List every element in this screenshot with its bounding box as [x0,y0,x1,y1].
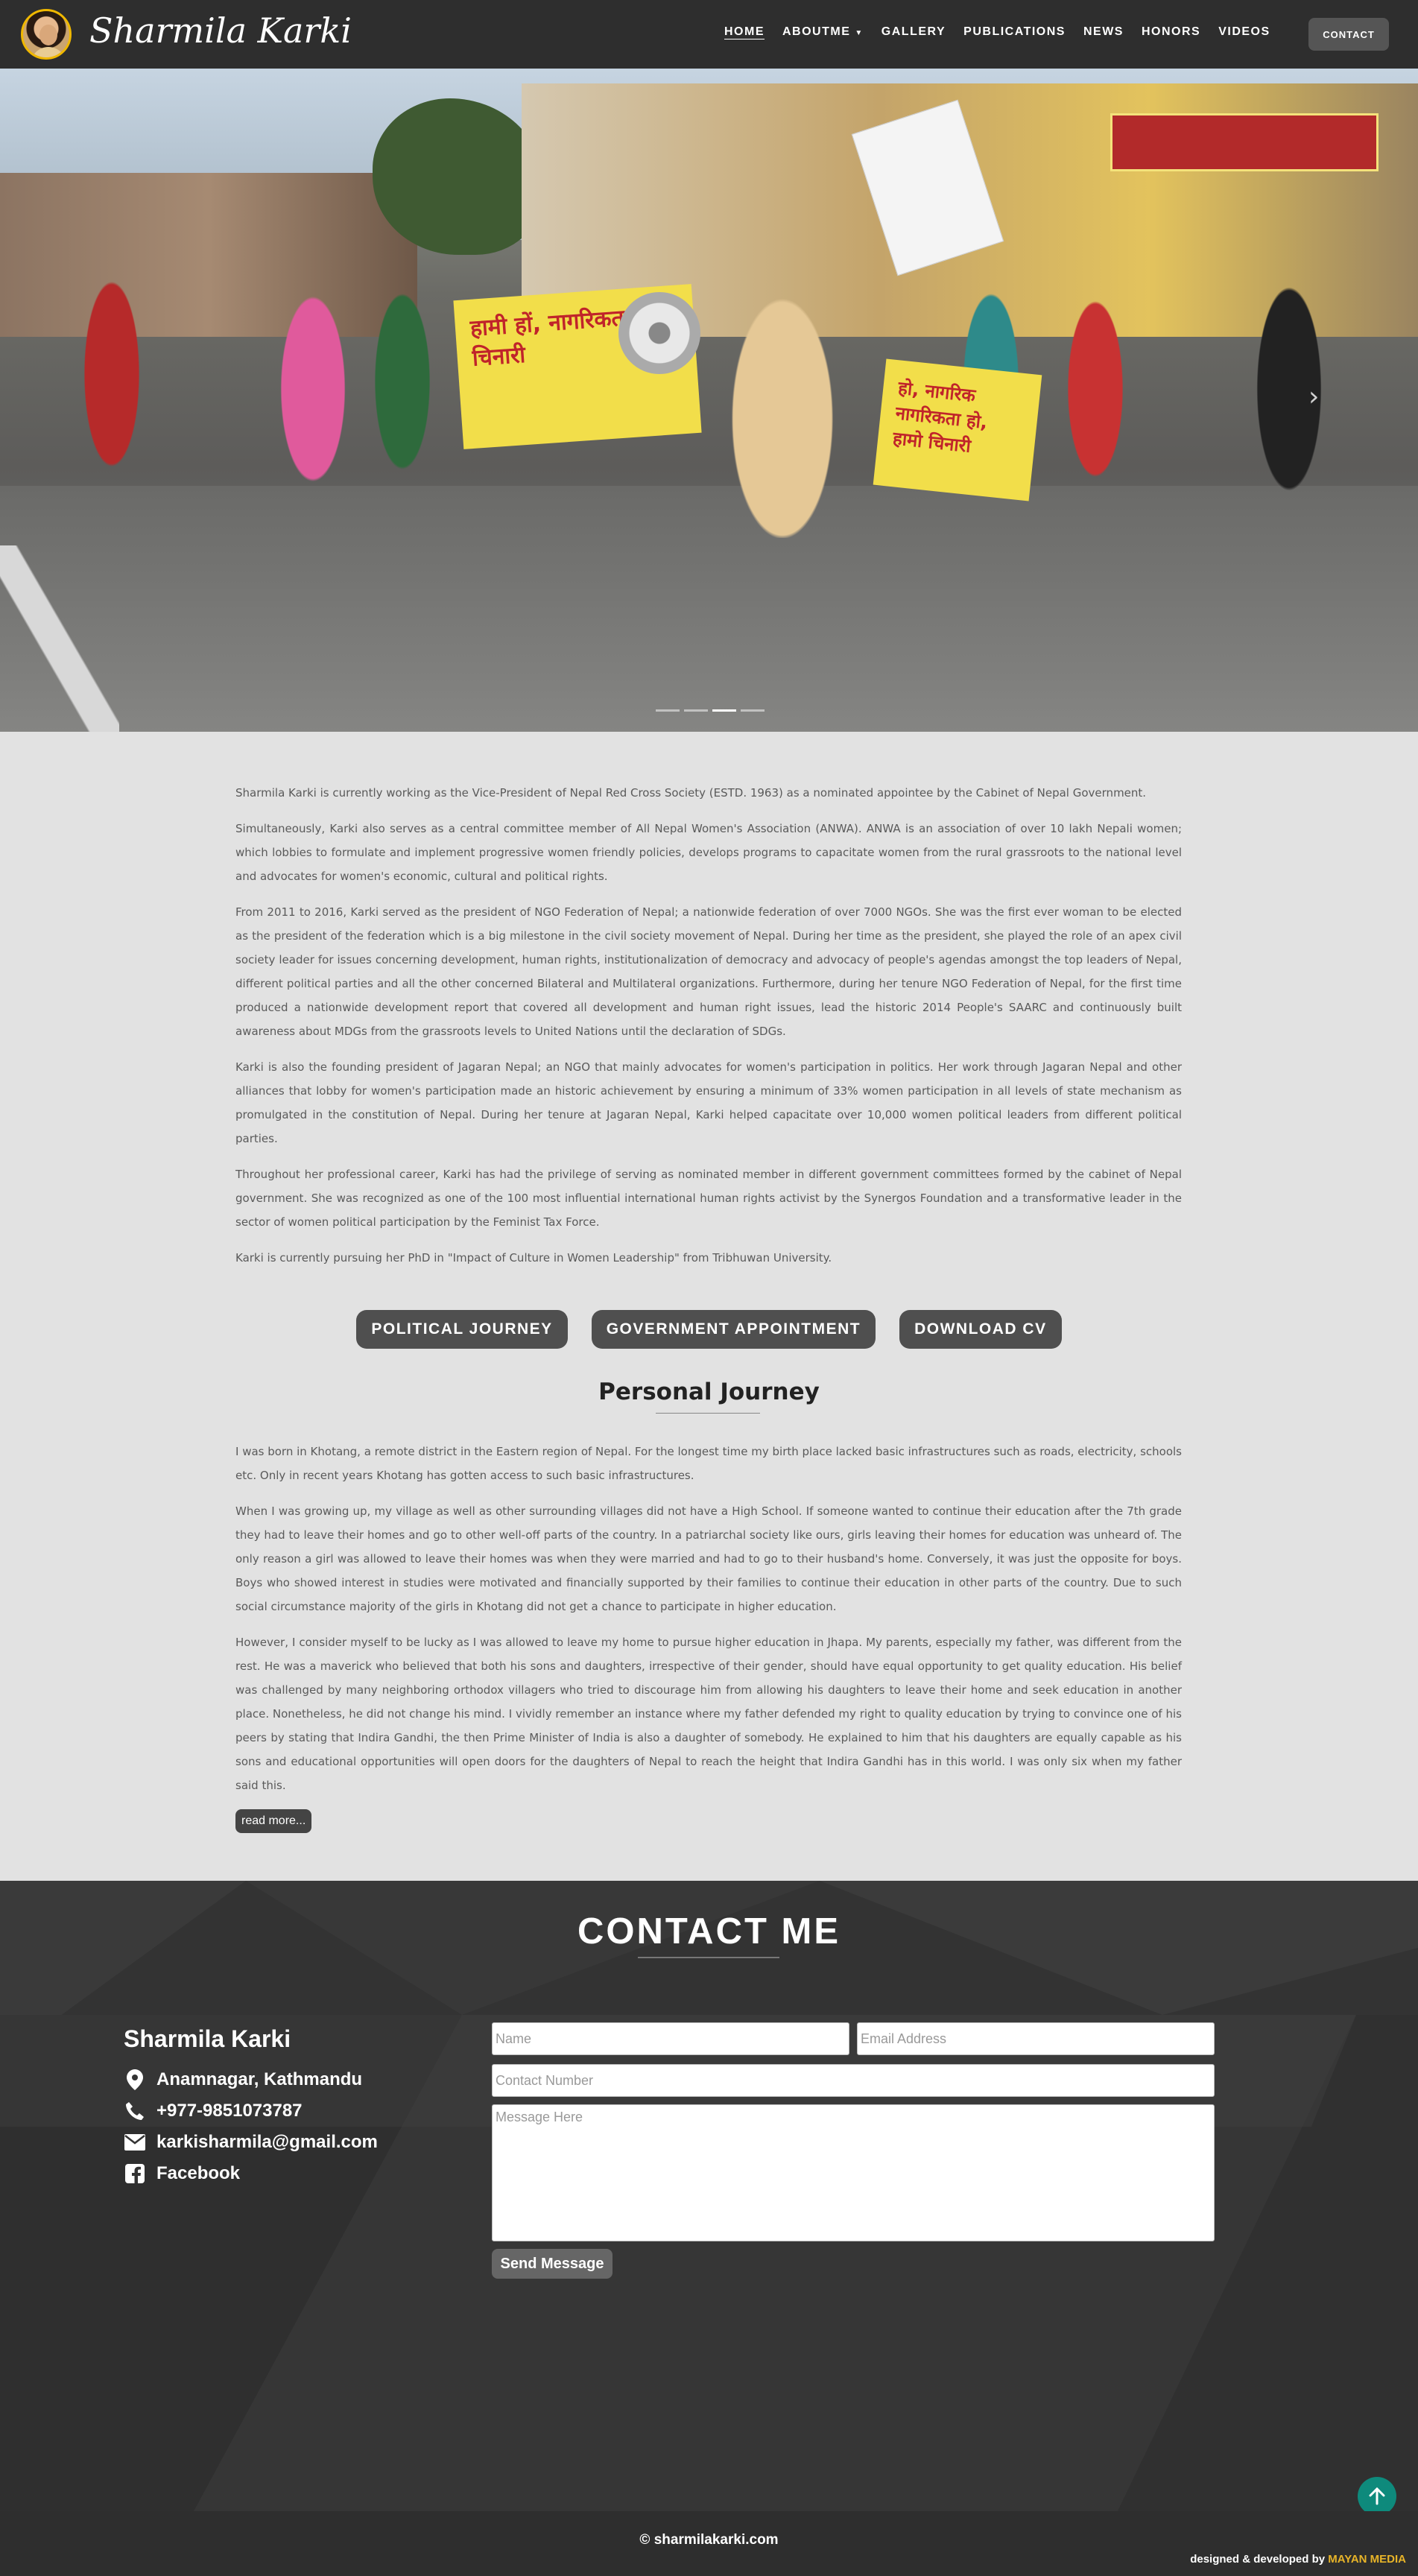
title-divider [656,1413,760,1414]
contact-section: CONTACT ME Sharmila Karki Anamnagar, Kat… [0,1881,1418,2511]
journey-paragraph: I was born in Khotang, a remote district… [235,1445,1182,1482]
about-section: Sharmila Karki is currently working as t… [235,781,1182,1282]
developer-credit: designed & developed by MAYAN MEDIA [1190,2553,1406,2566]
contact-name: Sharmila Karki [124,2025,291,2052]
facebook-icon [124,2162,146,2185]
phone-text[interactable]: +977-9851073787 [156,2101,303,2121]
contact-button[interactable]: CONTACT [1308,18,1389,51]
hero-protest-banner-right: हो, नागरिक नागरिकता हो, हामो चिनारी [873,358,1042,501]
about-paragraph: From 2011 to 2016, Karki served as the p… [235,905,1182,1038]
site-brand[interactable]: Sharmila Karki [89,10,352,51]
name-input[interactable] [492,2022,849,2055]
nav-news[interactable]: NEWS [1083,25,1124,39]
facebook-link[interactable]: Facebook [156,2163,240,2184]
developer-link[interactable]: MAYAN MEDIA [1328,2553,1406,2566]
carousel-next-icon[interactable]: › [1308,382,1319,412]
location-pin-icon [124,2069,146,2091]
email-input[interactable] [857,2022,1215,2055]
nav-aboutme-label: ABOUTME [782,25,851,38]
nav-aboutme[interactable]: ABOUTME ▼ [782,25,864,39]
email-text[interactable]: karkisharmila@gmail.com [156,2132,378,2153]
contact-address: Anamnagar, Kathmandu [124,2069,362,2091]
action-buttons: POLITICAL JOURNEY GOVERNMENT APPOINTMENT… [0,1310,1418,1349]
send-message-button[interactable]: Send Message [492,2249,613,2279]
profile-avatar[interactable] [21,9,72,60]
scroll-to-top-button[interactable] [1358,2477,1396,2511]
mail-icon [124,2131,146,2153]
chevron-down-icon: ▼ [855,29,864,37]
nav-gallery[interactable]: GALLERY [881,25,946,39]
contact-email: karkisharmila@gmail.com [124,2131,378,2153]
carousel-indicator[interactable] [741,709,765,712]
journey-paragraph: However, I consider myself to be lucky a… [235,1636,1182,1792]
megaphone-icon [618,292,700,374]
hero-signboard [1110,113,1379,171]
about-paragraph: Karki is also the founding president of … [235,1060,1182,1145]
credit-prefix: designed & developed by [1190,2553,1326,2566]
about-paragraph: Throughout her professional career, Kark… [235,1168,1182,1229]
copyright-text: © sharmilakarki.com [639,2532,779,2548]
main-nav: HOME ABOUTME ▼ GALLERY PUBLICATIONS NEWS … [724,25,1288,39]
personal-journey-section: I was born in Khotang, a remote district… [235,1440,1182,1809]
hero-road-marking [0,545,119,732]
nav-videos[interactable]: VIDEOS [1218,25,1270,39]
government-appointment-button[interactable]: GOVERNMENT APPOINTMENT [591,1310,876,1349]
address-text: Anamnagar, Kathmandu [156,2069,363,2089]
hero-crowd [0,225,1418,538]
personal-journey-title: Personal Journey [598,1379,820,1405]
top-navbar: Sharmila Karki HOME ABOUTME ▼ GALLERY PUB… [0,0,1418,69]
nav-honors[interactable]: HONORS [1142,25,1200,39]
carousel-indicator[interactable] [656,709,680,712]
download-cv-button[interactable]: DOWNLOAD CV [899,1310,1062,1349]
nav-home[interactable]: HOME [724,25,765,39]
about-paragraph: Simultaneously, Karki also serves as a c… [235,822,1182,883]
contact-facebook: Facebook [124,2162,240,2185]
nav-publications[interactable]: PUBLICATIONS [963,25,1066,39]
carousel-indicator[interactable] [684,709,708,712]
journey-paragraph: When I was growing up, my village as wel… [235,1504,1182,1613]
phone-icon [124,2100,146,2122]
contact-title: CONTACT ME [577,1911,841,1952]
banner-right-text: हो, नागरिक नागरिकता हो, हामो चिनारी [891,377,989,457]
carousel-indicator-active[interactable] [712,709,736,712]
page-footer: © sharmilakarki.com designed & developed… [0,2511,1418,2576]
about-paragraph: Sharmila Karki is currently working as t… [235,786,1147,800]
read-more-button[interactable]: read more... [235,1809,312,1833]
carousel-indicators [656,709,765,712]
contact-number-input[interactable] [492,2064,1215,2097]
about-paragraph: Karki is currently pursuing her PhD in "… [235,1251,832,1265]
contact-title-divider [638,1957,779,1958]
hero-carousel[interactable]: हामी हों, नागरिकता हामो चिनारी हो, नागरि… [0,69,1418,732]
arrow-up-icon [1369,2487,1385,2505]
message-textarea[interactable] [492,2104,1215,2241]
contact-phone: +977-9851073787 [124,2100,303,2122]
political-journey-button[interactable]: POLITICAL JOURNEY [356,1310,568,1349]
